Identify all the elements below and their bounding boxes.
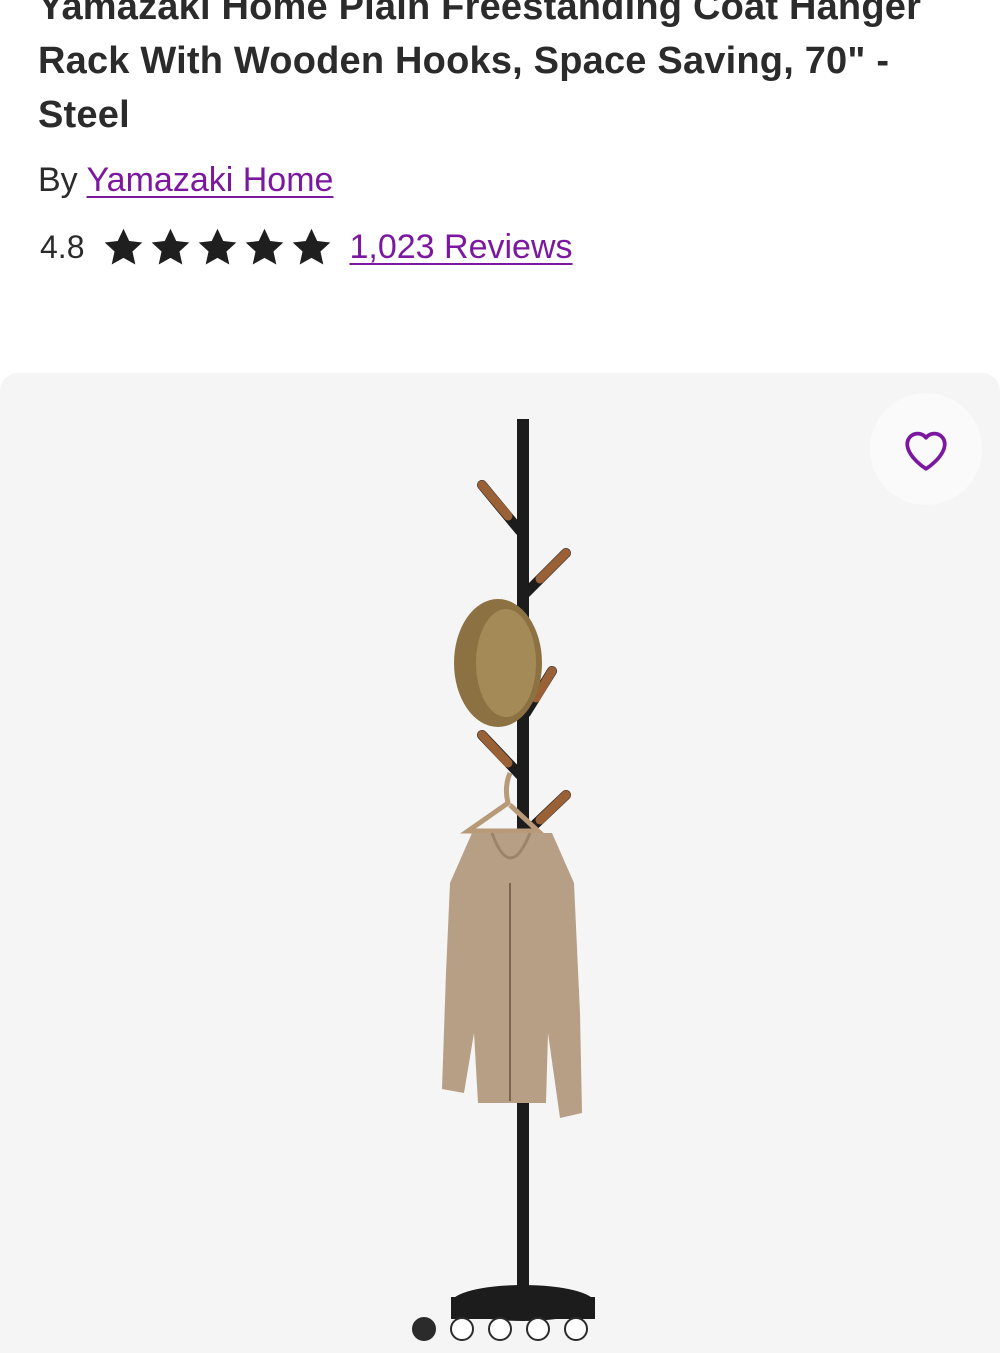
pagination-dot[interactable] [450,1317,474,1341]
product-image-gallery[interactable] [0,373,1000,1353]
star-icon [293,228,331,265]
coat-rack-image [442,419,595,1321]
brand-line: By Yamazaki Home [38,158,333,202]
reviews-link[interactable]: 1,023 Reviews [349,228,572,267]
star-icon [199,228,237,265]
star-icon [152,228,190,265]
product-title: Yamazaki Home Plain Freestanding Coat Ha… [38,0,922,136]
star-rating [102,226,333,269]
star-icon [246,228,284,265]
heart-outline-icon [905,431,947,471]
image-pagination [412,1317,588,1341]
pagination-dot[interactable] [526,1317,550,1341]
brand-link[interactable]: Yamazaki Home [87,161,334,199]
rating-value: 4.8 [40,228,85,265]
rating-row: 4.8 1,023 Reviews [40,222,573,272]
pagination-dot[interactable] [488,1317,512,1341]
star-icon [105,228,143,265]
favorite-button[interactable] [870,393,982,505]
by-prefix: By [38,161,78,199]
pagination-dot[interactable] [564,1317,588,1341]
pagination-dot[interactable] [412,1317,436,1341]
